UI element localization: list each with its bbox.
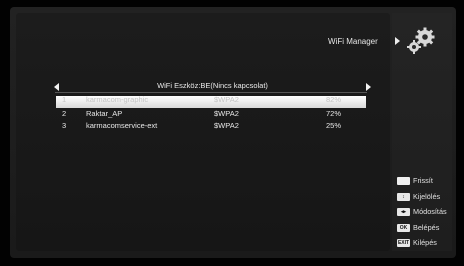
key-legend: Frissít ↕ Kijelölés ◂▸ Módosítás OK Belé…	[397, 176, 455, 254]
network-ssid: karmacom-graphic	[86, 95, 149, 104]
network-row[interactable]: 1 karmacom-graphic $WPA2 82%	[56, 95, 366, 108]
legend-exit[interactable]: EXIT Kilépés	[397, 238, 455, 254]
network-list: 1 karmacom-graphic $WPA2 82% 2 Raktar_AP…	[56, 95, 366, 132]
tv-screen: WiFi Manager WiFi Eszköz:BE(Nincs kapcso…	[0, 0, 464, 266]
network-row[interactable]: 3 karmacomservice-ext $WPA2 25%	[56, 120, 366, 132]
legend-enter[interactable]: OK Belépés	[397, 223, 455, 239]
exit-key-icon: EXIT	[397, 239, 410, 247]
network-signal: 25%	[326, 121, 342, 130]
legend-label: Frissít	[413, 176, 433, 185]
title-arrow-icon	[395, 37, 400, 45]
menu-title: WiFi Manager	[328, 37, 378, 46]
legend-label: Belépés	[413, 222, 440, 232]
legend-select[interactable]: ↕ Kijelölés	[397, 192, 455, 208]
network-index: 1	[62, 95, 67, 104]
legend-label: Módosítás	[413, 207, 447, 216]
network-row[interactable]: 2 Raktar_AP $WPA2 72%	[56, 108, 366, 120]
left-right-key-icon: ◂▸	[397, 208, 410, 216]
network-encryption: $WPA2	[214, 121, 239, 130]
up-down-key-icon: ↕	[397, 192, 410, 201]
header-divider	[55, 92, 367, 93]
legend-label: Kilépés	[413, 238, 437, 247]
legend-label: Kijelölés	[413, 191, 441, 201]
gears-icon	[407, 27, 435, 54]
network-encryption: $WPA2	[214, 109, 239, 118]
network-index: 3	[62, 121, 67, 130]
legend-refresh[interactable]: Frissít	[397, 176, 455, 192]
white-button-icon	[397, 177, 410, 185]
main-panel	[16, 13, 390, 251]
network-encryption: $WPA2	[214, 95, 239, 104]
network-ssid: karmacomservice-ext	[86, 121, 158, 130]
ok-key-icon: OK	[397, 223, 410, 232]
network-index: 2	[62, 109, 67, 118]
network-signal: 82%	[326, 95, 342, 104]
device-status-text: WiFi Eszköz:BE(Nincs kapcsolat)	[157, 81, 268, 90]
network-signal: 72%	[326, 109, 342, 118]
legend-modify[interactable]: ◂▸ Módosítás	[397, 207, 455, 223]
network-ssid: Raktar_AP	[86, 109, 123, 118]
arrow-right-icon[interactable]	[366, 83, 371, 91]
